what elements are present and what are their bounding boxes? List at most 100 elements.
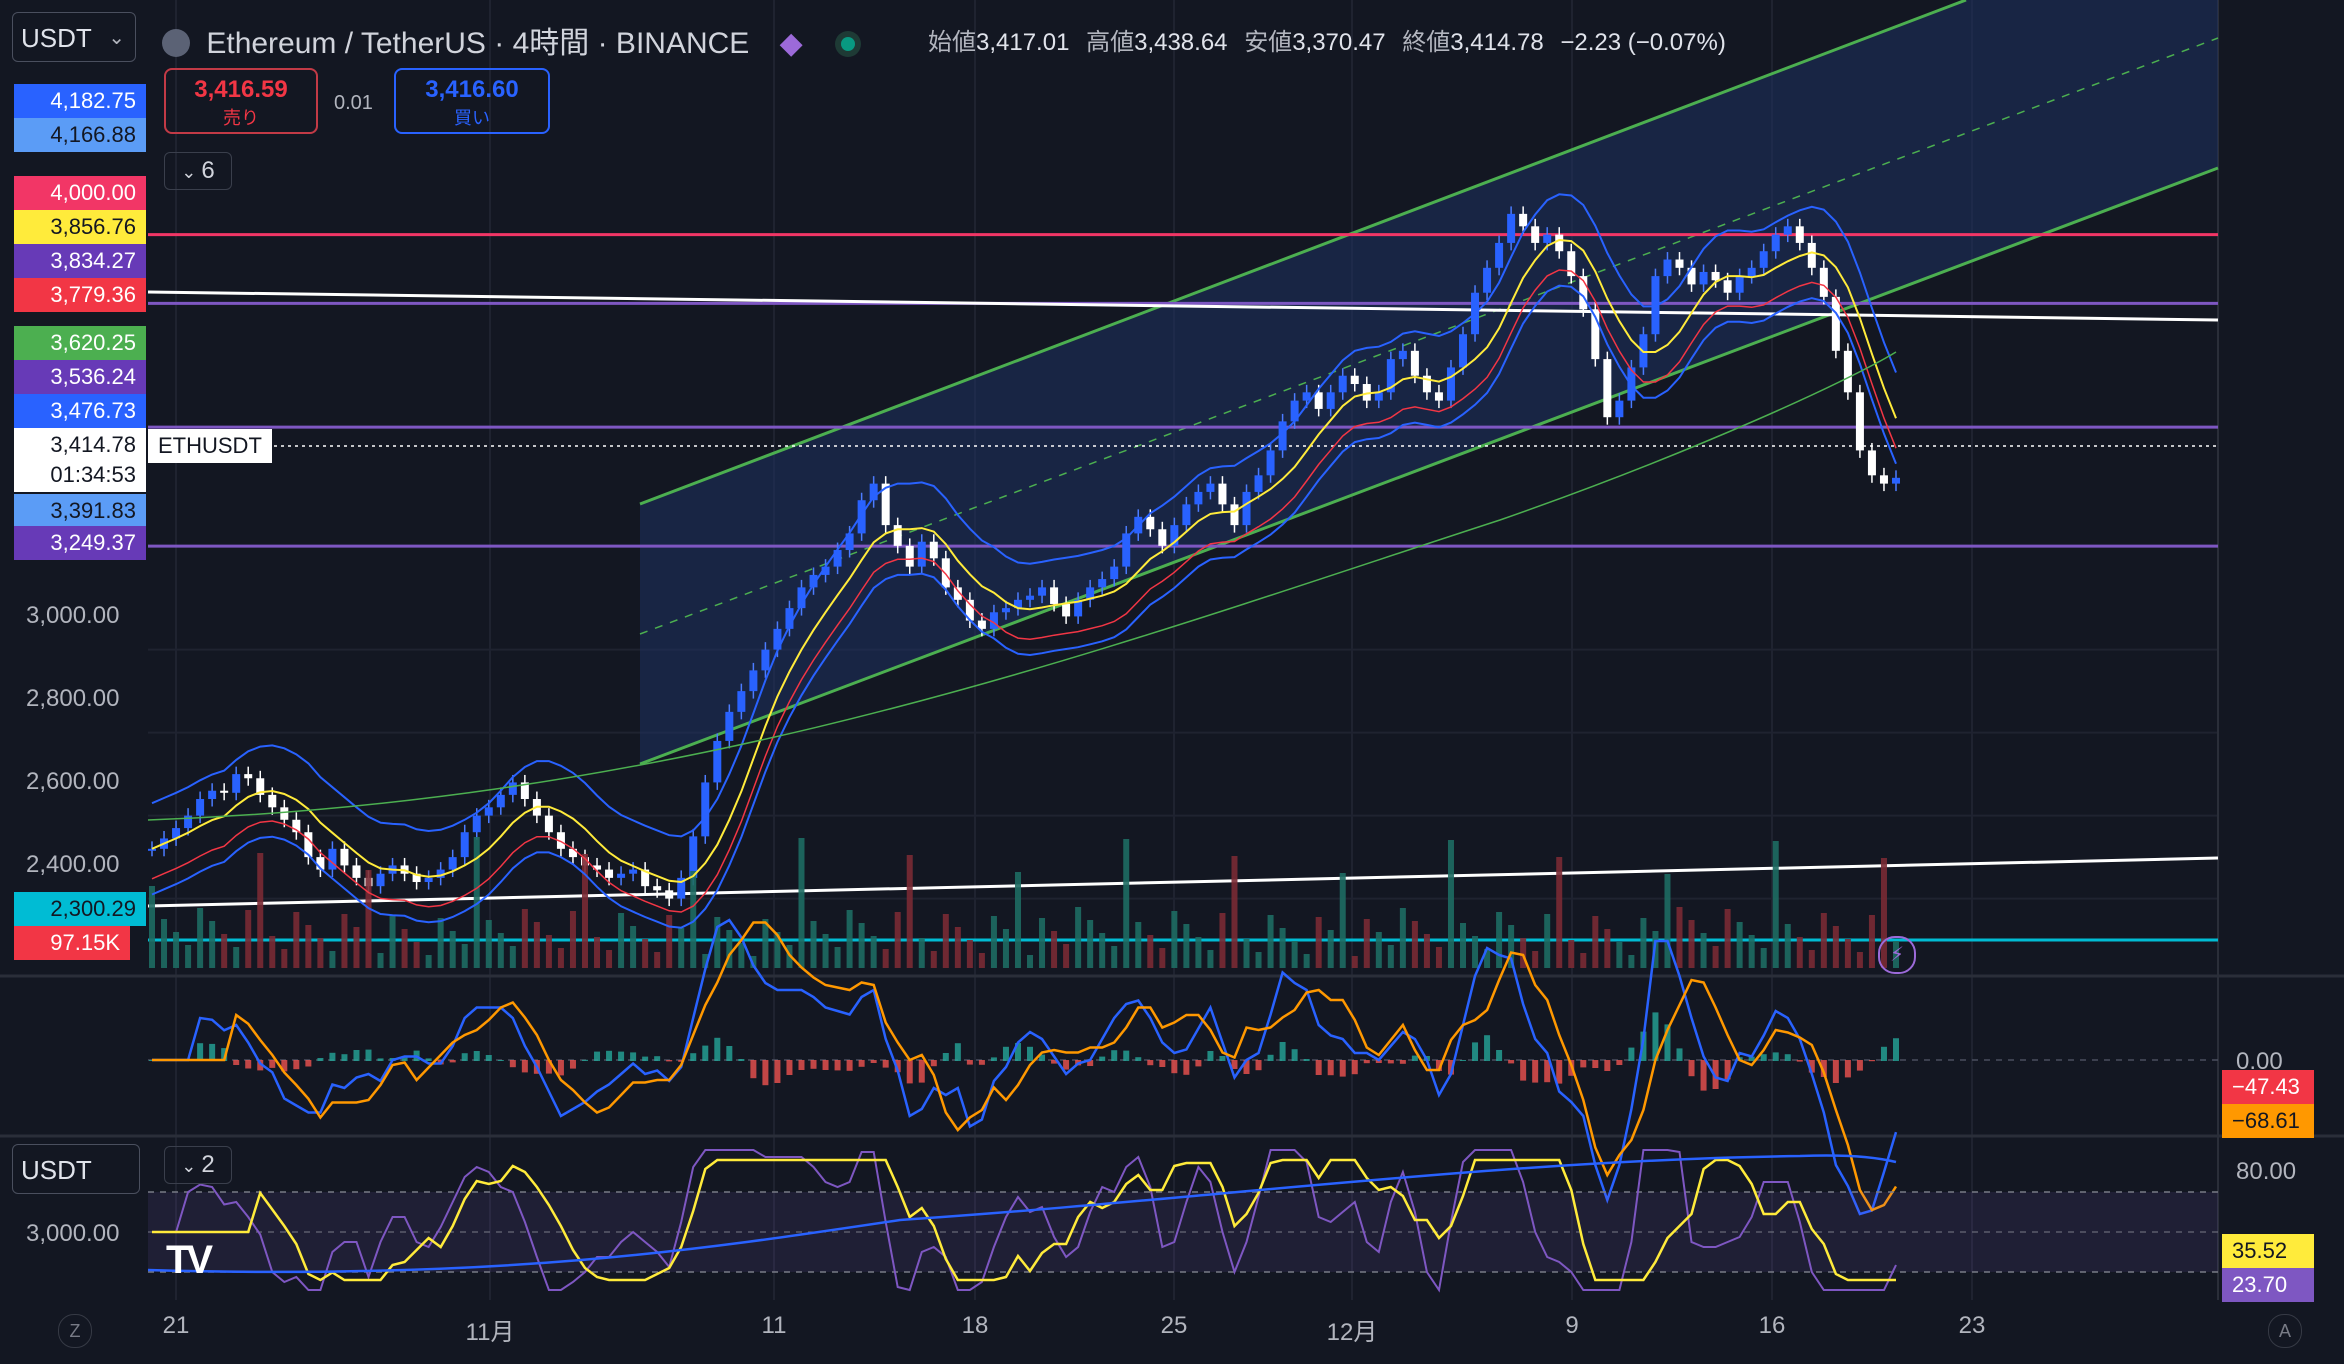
macd-histogram-bar [882,1060,889,1068]
macd-histogram-bar [846,1060,853,1071]
price-tick-2400: 2,400.00 [26,851,120,878]
volume-bar [678,928,685,968]
chart-canvas[interactable] [0,0,2344,1364]
candle-body [1759,251,1768,268]
rsi-left-tick: 3,000.00 [26,1220,120,1247]
macd-histogram-bar [834,1060,841,1071]
sell-button[interactable]: 3,416.59 売り [164,68,318,134]
lightning-icon[interactable]: ⚡ [1878,936,1916,974]
macd-histogram-bar [1135,1057,1142,1061]
volume-bar [1616,942,1623,968]
macd-histogram-bar [1472,1042,1479,1061]
candle-body [352,865,361,878]
currency-label: USDT [21,23,92,53]
volume-bar [1664,874,1671,968]
macd-histogram-bar [822,1060,829,1070]
buy-price: 3,416.60 [425,76,519,103]
buy-button[interactable]: 3,416.60 買い [394,68,550,134]
volume-bar [1496,912,1503,968]
indicators-toggle[interactable]: ⌄ 6 [164,152,232,190]
volume-bar [918,938,925,968]
volume-bar [1075,907,1082,968]
candle-body [1314,392,1323,409]
candle-body [857,500,866,534]
macd-histogram-bar [1303,1059,1310,1061]
candle-body [1230,504,1239,526]
macd-histogram-bar [666,1060,673,1062]
candle-body [208,790,217,800]
candle-body [1483,267,1492,293]
time-tick-11: 11 [761,1312,787,1339]
change-value: −2.23 (−0.07%) [1560,29,1726,56]
macd-histogram-bar [1628,1047,1635,1061]
candle-body [1543,234,1552,243]
volume-bar [221,934,228,968]
volume-bar [1147,935,1154,968]
price-tick-2800: 2,800.00 [26,685,120,712]
volume-bar [858,923,865,968]
auto-scale-button[interactable]: A [2268,1314,2302,1348]
chevron-down-icon: ⌄ [108,27,125,49]
tradingview-logo-icon: TV [166,1238,213,1282]
macd-histogram-bar [798,1060,805,1070]
volume-bar [1243,939,1250,968]
candle-body [665,890,674,899]
macd-histogram-bar [606,1050,613,1061]
price-badge: 4,166.88 [14,118,146,152]
candle-body [496,794,505,808]
time-tick-dec: 12月 [1326,1319,1378,1346]
macd-histogram-bar [317,1058,324,1061]
tag-icon[interactable]: ◆ [780,27,803,60]
macd-histogram-bar [738,1059,745,1061]
candle-body [917,541,926,567]
volume-bar [1267,915,1274,968]
open-value: 3,417.01 [976,29,1070,56]
macd-histogram-bar [245,1060,252,1069]
macd-histogram-bar [1279,1042,1286,1061]
macd-histogram-bar [1868,1060,1875,1062]
candle-body [328,848,337,870]
macd-histogram-bar [1063,1060,1070,1070]
sell-price: 3,416.59 [194,76,288,103]
volume-bar [618,913,625,968]
macd-histogram-bar [906,1060,913,1084]
macd-histogram-bar [1159,1060,1166,1067]
candle-body [1663,259,1672,277]
volume-bar [1760,948,1767,968]
candle-body [196,799,205,816]
volume-bar [822,934,829,968]
volume-bar [437,918,444,968]
macd-histogram-bar [618,1051,625,1061]
price-badge: 3,249.37 [14,526,146,560]
candle-body [484,807,493,816]
symbol-title[interactable]: Ethereum / TetherUS · 4時間 · BINANCE ◆ [162,18,856,62]
currency-selector[interactable]: USDT ⌄ [12,12,136,62]
candle-body [905,545,914,567]
macd-histogram-bar [1195,1060,1202,1067]
volume-bar [1580,953,1587,968]
rsi-pane-currency-selector[interactable]: USDT [12,1144,140,1194]
zoom-reset-button[interactable]: Z [58,1314,92,1348]
candle-body [1795,226,1804,243]
price-badge: 97.15K [14,926,130,960]
macd-histogram-bar [1532,1060,1539,1083]
candle-body [737,691,746,712]
rsi-indicator-count: 2 [201,1151,215,1178]
candle-body [544,815,553,833]
macd-histogram-bar [461,1053,468,1061]
volume-bar [1159,948,1166,968]
candle-body [1398,350,1407,360]
candle-body [977,620,986,629]
macd-histogram-bar [1123,1050,1130,1061]
price-badge: 3,391.83 [14,494,146,528]
market-status-icon[interactable] [841,37,856,51]
volume-bar [1688,920,1695,968]
macd-histogram-bar [774,1060,781,1083]
macd-histogram-bar [1327,1060,1334,1076]
price-badge: 4,000.00 [14,176,146,210]
rsi-indicators-toggle[interactable]: ⌄ 2 [164,1146,232,1184]
price-badge: 3,476.73 [14,394,146,428]
volume-bar [1351,956,1358,968]
macd-histogram-bar [642,1056,649,1061]
candle-body [220,790,229,793]
